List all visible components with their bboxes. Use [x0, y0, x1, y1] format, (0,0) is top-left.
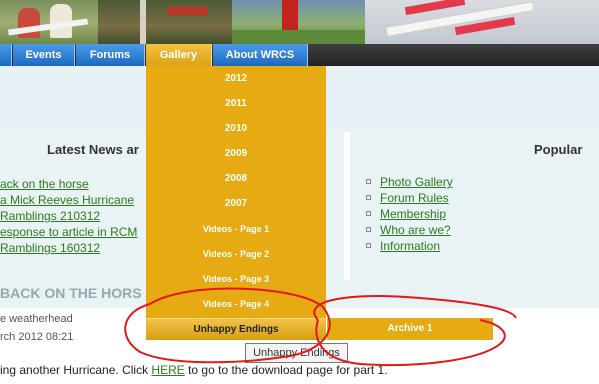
news-item[interactable]: ack on the horse: [0, 176, 137, 192]
article-date: rch 2012 08:21: [0, 331, 74, 343]
news-item[interactable]: a Mick Reeves Hurricane: [0, 192, 137, 208]
menu-item-videos-page-1[interactable]: Videos - Page 1: [146, 218, 326, 240]
header-photo-aircraft: [98, 0, 232, 44]
nav-tab-home[interactable]: [0, 44, 12, 66]
bullet-icon: [366, 227, 371, 232]
submenu-item-archive-1[interactable]: Archive 1: [327, 318, 493, 340]
header-photo-runway: [232, 0, 365, 44]
download-link[interactable]: HERE: [151, 363, 184, 377]
gallery-dropdown: 2012 2011 2010 2009 2008 2007 Videos - P…: [146, 66, 326, 340]
bullet-icon: [366, 179, 371, 184]
menu-item-2010[interactable]: 2010: [146, 118, 326, 140]
menu-item-videos-page-4[interactable]: Videos - Page 4: [146, 293, 326, 315]
popular-title: Popular: [534, 142, 583, 157]
list-item: Information: [366, 238, 453, 254]
news-item[interactable]: esponse to article in RCM: [0, 224, 137, 240]
menu-item-2012[interactable]: 2012: [146, 68, 326, 90]
list-item: Who are we?: [366, 222, 453, 238]
header-photo-model-plane: [365, 0, 599, 44]
bullet-icon: [366, 243, 371, 248]
latest-news-title: Latest News ar: [47, 142, 139, 157]
latest-news-list: ack on the horse a Mick Reeves Hurricane…: [0, 176, 137, 256]
list-item: Membership: [366, 206, 453, 222]
nav-tab-forums[interactable]: Forums: [76, 44, 145, 66]
popular-link[interactable]: Forum Rules: [380, 191, 449, 205]
popular-panel: Popular Photo Gallery Forum Rules Member…: [350, 132, 599, 280]
popular-link[interactable]: Information: [380, 239, 440, 253]
nav-tab-events[interactable]: Events: [13, 44, 75, 66]
menu-item-videos-page-3[interactable]: Videos - Page 3: [146, 268, 326, 290]
popular-link[interactable]: Who are we?: [380, 223, 451, 237]
article-body-text: ing another Hurricane. Click: [0, 363, 152, 377]
menu-item-videos-page-2[interactable]: Videos - Page 2: [146, 243, 326, 265]
nav-tab-gallery[interactable]: Gallery: [146, 44, 212, 66]
news-item[interactable]: Ramblings 210312: [0, 208, 137, 224]
menu-item-2007[interactable]: 2007: [146, 193, 326, 215]
header-photo-strip: [0, 0, 599, 44]
nav-tab-about[interactable]: About WRCS: [213, 44, 308, 66]
menu-item-2008[interactable]: 2008: [146, 168, 326, 190]
list-item: Photo Gallery: [366, 174, 453, 190]
article-body: ing another Hurricane. Click HERE to go …: [0, 363, 388, 377]
main-nav: Events Forums Gallery About WRCS: [0, 44, 599, 66]
header-photo-people: [0, 0, 98, 44]
list-item: Forum Rules: [366, 190, 453, 206]
popular-list: Photo Gallery Forum Rules Membership Who…: [366, 174, 453, 254]
news-item[interactable]: Ramblings 160312: [0, 240, 137, 256]
menu-item-2009[interactable]: 2009: [146, 143, 326, 165]
popular-link[interactable]: Membership: [380, 207, 446, 221]
popular-link[interactable]: Photo Gallery: [380, 175, 453, 189]
bullet-icon: [366, 195, 371, 200]
menu-item-2011[interactable]: 2011: [146, 93, 326, 115]
tooltip: Unhappy Endings: [245, 343, 348, 363]
bullet-icon: [366, 211, 371, 216]
article-body-text-end: to go to the download page for part 1.: [184, 363, 388, 377]
article-byline: e weatherhead: [0, 313, 73, 325]
article-title[interactable]: BACK ON THE HORS: [0, 285, 142, 301]
menu-item-unhappy-endings[interactable]: Unhappy Endings: [146, 318, 326, 340]
